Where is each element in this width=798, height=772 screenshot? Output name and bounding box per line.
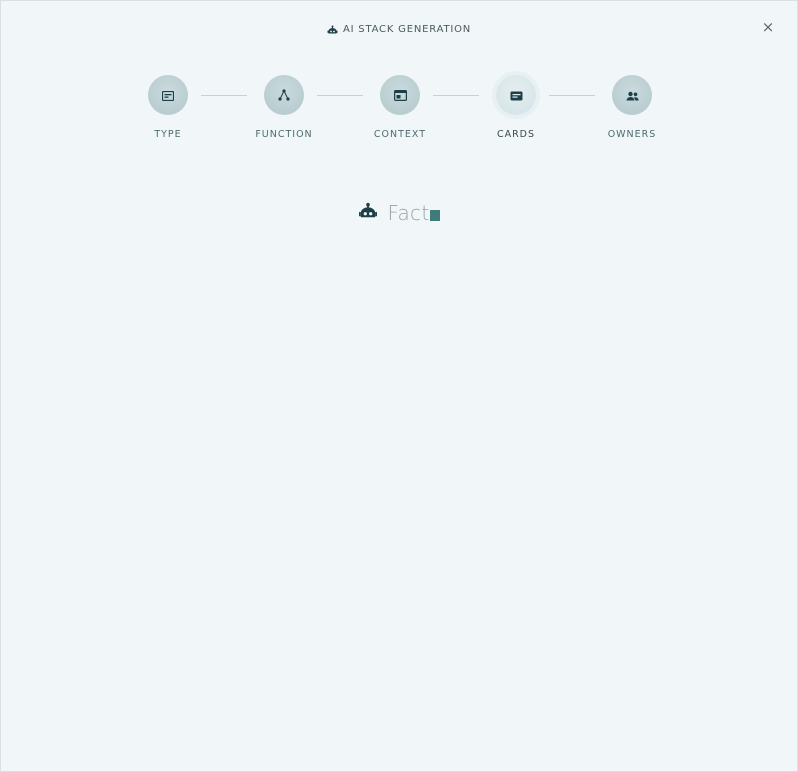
step-owners[interactable]: OWNERS: [572, 75, 692, 140]
close-button[interactable]: ×: [759, 18, 777, 36]
modal-header: AI STACK GENERATION: [1, 21, 797, 37]
typing-cursor: [430, 210, 441, 221]
robot-icon: [358, 202, 378, 224]
typing-line: Fact: [388, 201, 441, 225]
step-label: TYPE: [154, 129, 182, 140]
step-context[interactable]: CONTEXT: [340, 75, 460, 140]
step-function[interactable]: FUNCTION: [224, 75, 344, 140]
step-label: FUNCTION: [255, 129, 313, 140]
step-circle: [496, 75, 536, 115]
step-label: CARDS: [496, 129, 536, 140]
robot-icon: [327, 20, 338, 39]
generation-status: Fact: [1, 201, 797, 225]
step-circle: [612, 75, 652, 115]
step-type[interactable]: TYPE: [108, 75, 228, 140]
modal-window: AI STACK GENERATION × TYPE FUNCTION CONT…: [0, 0, 798, 772]
context-icon: [393, 86, 407, 105]
step-circle: [264, 75, 304, 115]
owners-icon: [626, 86, 639, 105]
type-icon: [161, 86, 175, 105]
step-label: OWNERS: [607, 129, 657, 140]
step-cards[interactable]: CARDS: [456, 75, 576, 140]
function-icon: [278, 86, 290, 105]
typing-text: Fact: [387, 201, 430, 225]
modal-title: AI STACK GENERATION: [342, 23, 472, 35]
step-label: CONTEXT: [373, 129, 427, 140]
step-circle: [148, 75, 188, 115]
step-circle: [380, 75, 420, 115]
cards-icon: [510, 86, 523, 105]
close-icon: ×: [761, 17, 775, 36]
progress-stepper: TYPE FUNCTION CONTEXT CARDS OWNERS: [1, 75, 797, 155]
